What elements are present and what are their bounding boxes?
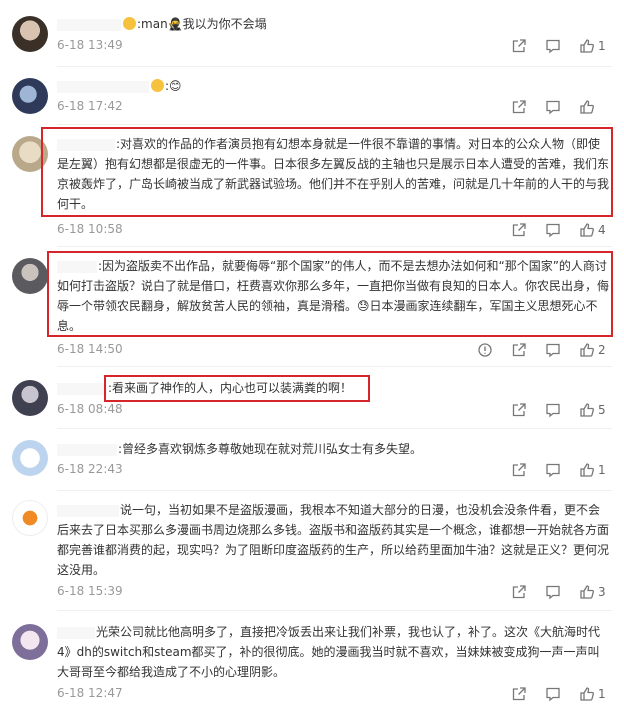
share-icon: [512, 100, 526, 114]
comment-actions: 1: [502, 686, 612, 702]
divider: [57, 610, 612, 611]
comment-icon: [546, 343, 560, 358]
share-button[interactable]: [502, 584, 536, 600]
share-button[interactable]: [502, 99, 536, 115]
reply-button[interactable]: [536, 686, 570, 702]
comment-text: :看来画了神作的人，内心也可以装满粪的啊！: [108, 381, 353, 395]
divider: [57, 366, 612, 367]
comment-actions: 5: [502, 402, 612, 418]
username[interactable]: [57, 18, 121, 31]
share-icon: [512, 223, 526, 237]
thumbs-up-icon: [580, 687, 594, 701]
comment-actions: 1: [502, 38, 612, 54]
comment-time: 6-18 08:48: [57, 402, 123, 416]
comment-text: 光荣公司就比他高明多了，直接把冷饭丢出来让我们补票，我也认了，补了。这次《大航海…: [57, 625, 601, 679]
share-button[interactable]: [502, 342, 536, 358]
avatar[interactable]: [12, 78, 48, 114]
thumbs-up-icon: [580, 343, 594, 357]
like-count: 2: [598, 343, 606, 357]
avatar[interactable]: [12, 440, 48, 476]
username[interactable]: [57, 80, 149, 93]
username[interactable]: [57, 504, 119, 517]
avatar[interactable]: [12, 136, 48, 172]
reply-button[interactable]: [536, 584, 570, 600]
divider: [57, 428, 612, 429]
thumbs-up-icon: [580, 585, 594, 599]
comment-text: 说一句，当初如果不是盗版漫画，我根本不知道大部分的日漫，也没机会没条件看，更不会…: [57, 503, 610, 577]
comment-icon: [546, 223, 560, 238]
comment-icon: [546, 403, 560, 418]
like-button[interactable]: [570, 99, 604, 115]
reply-button[interactable]: [536, 38, 570, 54]
divider: [57, 246, 612, 247]
comment-icon: [546, 39, 560, 54]
share-icon: [512, 585, 526, 599]
share-button[interactable]: [502, 402, 536, 418]
reply-button[interactable]: [536, 342, 570, 358]
username[interactable]: [57, 260, 97, 273]
like-count: 1: [598, 687, 606, 701]
emoji-icon: [151, 79, 164, 92]
share-button[interactable]: [502, 686, 536, 702]
comment-text: :man🥷我以为你不会塌: [137, 17, 267, 31]
comment-actions: 4: [502, 222, 612, 238]
avatar[interactable]: [12, 500, 48, 536]
thumbs-up-icon: [580, 463, 594, 477]
avatar[interactable]: [12, 624, 48, 660]
report-button[interactable]: [468, 342, 502, 358]
share-icon: [512, 687, 526, 701]
comment-time: 6-18 13:49: [57, 38, 123, 52]
comment-actions: [502, 99, 612, 115]
comment-time: 6-18 17:42: [57, 99, 123, 113]
reply-button[interactable]: [536, 222, 570, 238]
warning-icon: [478, 343, 492, 357]
share-icon: [512, 343, 526, 357]
comment-text: :对喜欢的作品的作者演员抱有幻想本身就是一件很不靠谱的事情。对日本的公众人物（即…: [57, 137, 610, 211]
avatar[interactable]: [12, 258, 48, 294]
share-button[interactable]: [502, 38, 536, 54]
divider: [57, 490, 612, 491]
share-button[interactable]: [502, 222, 536, 238]
thumbs-up-icon: [580, 403, 594, 417]
comment-text: :因为盗版卖不出作品，就要侮辱“那个国家”的伟人，而不是去想办法如何和“那个国家…: [57, 259, 610, 333]
username[interactable]: [57, 626, 95, 639]
comment-actions: 2: [468, 342, 612, 358]
comment-time: 6-18 12:47: [57, 686, 123, 700]
like-count: 1: [598, 39, 606, 53]
username[interactable]: [57, 138, 115, 151]
divider: [57, 124, 612, 125]
divider: [57, 66, 612, 67]
comment-text: :😊: [165, 79, 182, 93]
reply-button[interactable]: [536, 462, 570, 478]
share-icon: [512, 39, 526, 53]
username[interactable]: [57, 443, 117, 456]
emoji-icon: [123, 17, 136, 30]
share-icon: [512, 403, 526, 417]
share-icon: [512, 463, 526, 477]
share-button[interactable]: [502, 462, 536, 478]
comment-time: 6-18 10:58: [57, 222, 123, 236]
thumbs-up-icon: [580, 100, 594, 114]
reply-button[interactable]: [536, 402, 570, 418]
like-count: 1: [598, 463, 606, 477]
thumbs-up-icon: [580, 223, 594, 237]
comment-time: 6-18 15:39: [57, 584, 123, 598]
username[interactable]: [57, 382, 107, 395]
comment-actions: 1: [502, 462, 612, 478]
comment-time: 6-18 22:43: [57, 462, 123, 476]
like-count: 3: [598, 585, 606, 599]
avatar[interactable]: [12, 380, 48, 416]
comment-icon: [546, 585, 560, 600]
avatar[interactable]: [12, 16, 48, 52]
like-count: 4: [598, 223, 606, 237]
comment-icon: [546, 100, 560, 115]
comment-time: 6-18 14:50: [57, 342, 123, 356]
thumbs-up-icon: [580, 39, 594, 53]
reply-button[interactable]: [536, 99, 570, 115]
comment-icon: [546, 463, 560, 478]
comment-actions: 3: [502, 584, 612, 600]
comment-text: :曾经多喜欢钢炼多尊敬她现在就对荒川弘女士有多失望。: [118, 442, 423, 456]
like-count: 5: [598, 403, 606, 417]
comment-icon: [546, 687, 560, 702]
